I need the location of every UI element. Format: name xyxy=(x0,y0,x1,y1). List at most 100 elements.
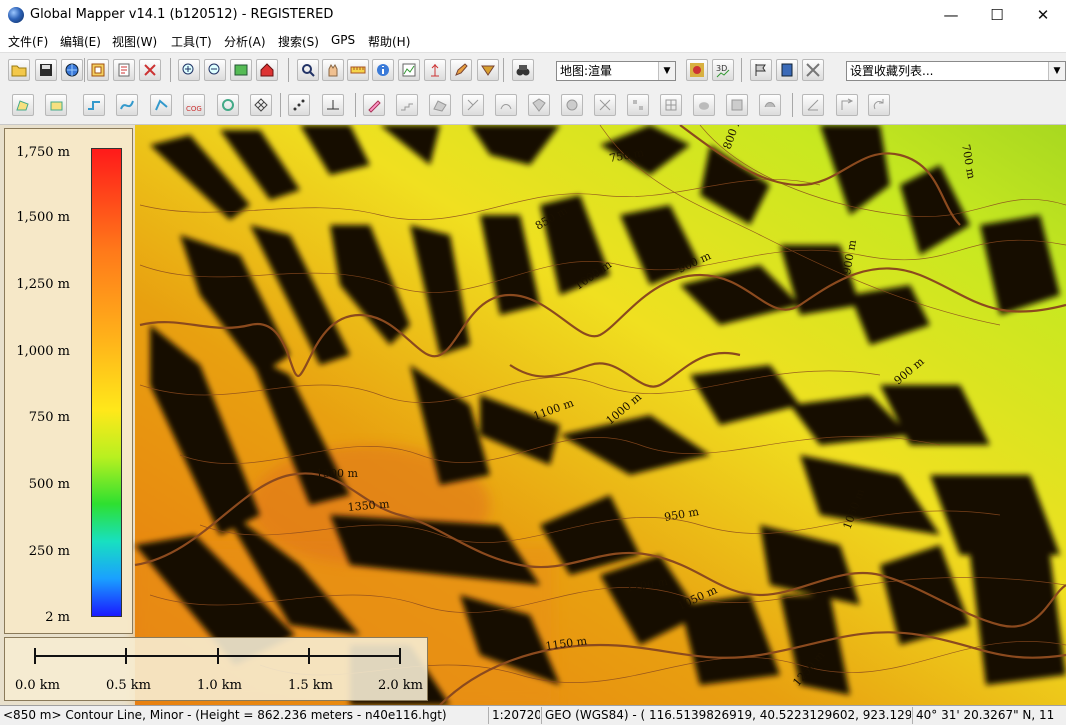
path-profile-button[interactable] xyxy=(398,59,420,81)
disabled-tool-2[interactable] xyxy=(429,94,451,116)
digitizer-toolbar: COGO xyxy=(0,86,1066,125)
pan-tool-button[interactable] xyxy=(322,59,344,81)
stairs-icon xyxy=(401,103,413,111)
toolbar-separator xyxy=(170,58,171,82)
gps-button[interactable] xyxy=(802,59,824,81)
title-bar: Global Mapper v14.1 (b120512) - REGISTER… xyxy=(0,0,1066,30)
binoculars-icon xyxy=(516,65,530,76)
open-folder-button[interactable] xyxy=(8,59,30,81)
menu-gps[interactable]: GPS xyxy=(331,33,355,47)
triangle-down-icon xyxy=(481,65,495,76)
disabled-tool-5[interactable] xyxy=(528,94,550,116)
home-button[interactable] xyxy=(256,59,278,81)
3d-view-button[interactable]: 3D xyxy=(712,59,734,81)
toolbar-separator xyxy=(741,58,742,82)
web-data-button[interactable] xyxy=(61,59,83,81)
disabled-tool-10[interactable] xyxy=(693,94,715,116)
zoom-in-button[interactable] xyxy=(178,59,200,81)
area-icon xyxy=(16,100,29,111)
disabled-tool-12[interactable] xyxy=(759,94,781,116)
info-tool-button[interactable] xyxy=(372,59,394,81)
map-view[interactable]: 750 m 800 m 700 m 850 m 1000 m 900 m 900… xyxy=(0,125,1066,705)
disabled-tool-1[interactable] xyxy=(396,94,418,116)
menu-analysis[interactable]: 分析(A) xyxy=(224,33,266,50)
tools-button[interactable] xyxy=(139,59,161,81)
favorites-select[interactable]: 设置收藏列表... ▼ xyxy=(846,61,1066,81)
menu-file[interactable]: 文件(F) xyxy=(8,33,48,50)
save-button[interactable] xyxy=(35,59,57,81)
crop-icon xyxy=(599,99,611,111)
zoom-out-icon xyxy=(208,63,220,75)
disabled-tool-4[interactable] xyxy=(495,94,517,116)
disabled-tool-11[interactable] xyxy=(726,94,748,116)
menu-search[interactable]: 搜索(S) xyxy=(278,33,319,50)
edit-feature-button[interactable] xyxy=(363,94,385,116)
disabled-tool-7[interactable] xyxy=(594,94,616,116)
menu-view[interactable]: 视图(W) xyxy=(112,33,157,50)
catalog-button[interactable] xyxy=(776,59,798,81)
create-rectangle-button[interactable] xyxy=(45,94,67,116)
disabled-tool-13[interactable] xyxy=(802,94,824,116)
split-icon xyxy=(467,99,479,111)
pencil-icon xyxy=(455,63,468,76)
disabled-tool-14[interactable] xyxy=(836,94,858,116)
create-area-button[interactable] xyxy=(12,94,34,116)
toolbar-separator xyxy=(288,58,289,82)
disabled-tool-15[interactable] xyxy=(868,94,890,116)
zoom-tool-button[interactable] xyxy=(297,59,319,81)
create-range-ring-button[interactable] xyxy=(150,94,172,116)
menu-bar: 文件(F) 编辑(E) 视图(W) 工具(T) 分析(A) 搜索(S) GPS … xyxy=(0,30,1066,52)
fill-tool-button[interactable] xyxy=(477,59,499,81)
find-button[interactable] xyxy=(512,59,534,81)
info-icon xyxy=(377,64,389,76)
flag-button[interactable] xyxy=(750,59,772,81)
legend-label: 1,750 m xyxy=(16,145,70,160)
shape-icon xyxy=(433,100,447,112)
disabled-tool-6[interactable] xyxy=(561,94,583,116)
create-points-button[interactable] xyxy=(288,94,310,116)
zoom-out-button[interactable] xyxy=(204,59,226,81)
toolbar-separator xyxy=(355,93,356,117)
satellite-icon xyxy=(806,63,820,77)
join-icon xyxy=(500,104,512,110)
status-feature-info: <850 m> Contour Line, Minor - (Height = … xyxy=(3,708,447,722)
create-grid-button[interactable] xyxy=(250,94,272,116)
shader-icon xyxy=(690,63,704,77)
map-layer-select-value: 地图:渲暈 xyxy=(560,64,613,78)
view-shed-button[interactable] xyxy=(424,59,446,81)
chevron-down-icon: ▼ xyxy=(658,62,675,80)
create-circle-button[interactable] xyxy=(217,94,239,116)
cogo-button[interactable]: COGO xyxy=(183,94,205,116)
menu-tools[interactable]: 工具(T) xyxy=(171,33,212,50)
maximize-button[interactable]: ☐ xyxy=(974,0,1020,30)
map-layer-select[interactable]: 地图:渲暈 ▼ xyxy=(556,61,676,81)
status-coordinates: GEO (WGS84) - ( 116.5139826919, 40.52231… xyxy=(541,707,911,724)
disabled-tool-9[interactable] xyxy=(660,94,682,116)
color-ramp xyxy=(91,148,122,617)
toolbar-separator xyxy=(84,58,85,82)
create-curve-button[interactable] xyxy=(116,94,138,116)
config-button[interactable] xyxy=(113,59,135,81)
shader-button[interactable] xyxy=(686,59,708,81)
menu-help[interactable]: 帮助(H) xyxy=(368,33,410,50)
layers-icon xyxy=(91,63,105,77)
smooth-icon xyxy=(764,102,776,108)
legend-label: 1,000 m xyxy=(16,344,70,359)
terrain-map[interactable]: 750 m 800 m 700 m 850 m 1000 m 900 m 900… xyxy=(0,125,1066,705)
menu-edit[interactable]: 编辑(E) xyxy=(60,33,101,50)
measure-tool-button[interactable] xyxy=(347,59,369,81)
close-button[interactable]: ✕ xyxy=(1020,0,1066,30)
points-icon xyxy=(293,99,305,111)
full-view-button[interactable] xyxy=(230,59,252,81)
edit-icon xyxy=(368,100,381,113)
legend-label: 1,500 m xyxy=(16,210,70,225)
svg-text:COGO: COGO xyxy=(186,105,202,113)
disabled-tool-3[interactable] xyxy=(462,94,484,116)
disabled-tool-8[interactable] xyxy=(627,94,649,116)
create-line-button[interactable] xyxy=(83,94,105,116)
move-vertex-button[interactable] xyxy=(322,94,344,116)
overlay-control-button[interactable] xyxy=(87,59,109,81)
minimize-button[interactable]: — xyxy=(928,0,974,30)
digitizer-button[interactable] xyxy=(450,59,472,81)
elevation-legend: 1,750 m 1,500 m 1,250 m 1,000 m 750 m 50… xyxy=(4,128,133,634)
